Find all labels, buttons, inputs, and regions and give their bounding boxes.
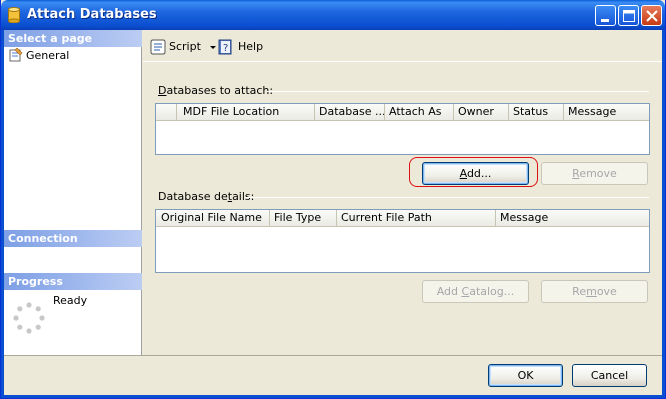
remove-detail-button[interactable]: Remove [541,280,648,303]
select-page-section: Select a page General [4,30,142,64]
help-book-icon: ? [217,38,234,62]
remove-database-button[interactable]: Remove [541,162,648,185]
navigation-pane: Select a page General Connection Progres… [4,30,142,355]
add-catalog-button[interactable]: Add Catalog... [422,280,529,303]
chevron-down-icon[interactable] [210,38,217,62]
connection-header: Connection [4,230,142,247]
databases-to-attach-label: Databases to attach: [158,84,274,97]
properties-page-icon [9,47,23,67]
spinner-icon [13,302,45,337]
group-divider [267,91,649,92]
connection-section: Connection [4,230,142,247]
column-header-current-file-path[interactable]: Current File Path [337,210,496,227]
svg-text:?: ? [223,43,228,54]
add-button[interactable]: Add... [422,162,529,185]
progress-status: Ready [53,294,88,307]
minimize-button[interactable] [595,5,616,26]
cancel-button[interactable]: Cancel [572,364,647,387]
database-details-label: Database details: [158,190,255,203]
grid-header: Original File Name File Type Current Fil… [156,210,649,227]
column-header-select[interactable] [156,104,177,121]
column-header-message[interactable]: Message [564,104,649,121]
window-frame [1,30,4,398]
column-header-mdf-file-location[interactable]: MDF File Location [177,104,315,121]
nav-item-label: General [26,49,70,62]
nav-item-general[interactable]: General [4,47,142,64]
grid-header: MDF File Location Database ... Attach As… [156,104,649,121]
help-label: Help [238,40,264,53]
progress-header: Progress [4,273,142,290]
maximize-button[interactable] [618,5,639,26]
window-frame [1,395,665,398]
script-icon [150,38,167,62]
script-label: Script [169,40,201,53]
window-title: Attach Databases [27,7,157,22]
progress-section: Progress Ready [4,273,142,350]
help-button[interactable]: ? Help [217,38,267,56]
column-header-database-name[interactable]: Database ... [315,104,385,121]
column-header-status[interactable]: Status [509,104,564,121]
column-header-owner[interactable]: Owner [454,104,509,121]
title-bar[interactable]: Attach Databases [1,0,665,30]
group-divider [245,197,649,198]
window-frame [662,30,665,398]
column-header-attach-as[interactable]: Attach As [385,104,454,121]
attach-databases-window: Attach Databases Select a page General C… [0,0,666,399]
databases-to-attach-grid[interactable]: MDF File Location Database ... Attach As… [155,103,650,155]
column-header-message[interactable]: Message [496,210,649,227]
close-button[interactable] [641,5,662,26]
column-header-original-file-name[interactable]: Original File Name [156,210,270,227]
ok-button[interactable]: OK [488,364,563,387]
database-cylinder-icon [8,7,20,24]
toolbar: Script ? Help [143,30,663,62]
select-page-header: Select a page [4,30,142,47]
script-button[interactable]: Script [150,38,216,56]
column-header-file-type[interactable]: File Type [270,210,337,227]
footer-divider [4,355,663,356]
database-details-grid[interactable]: Original File Name File Type Current Fil… [155,209,650,273]
